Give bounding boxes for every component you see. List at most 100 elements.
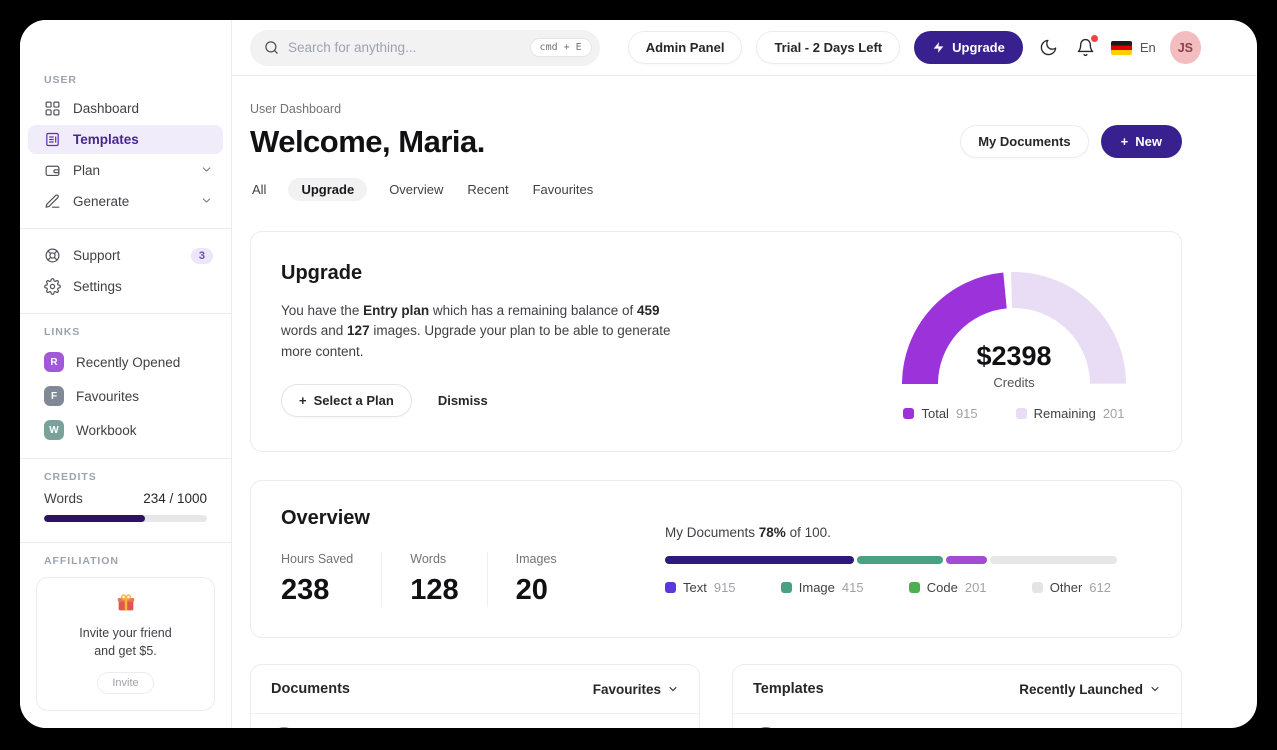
plus-icon: + (299, 392, 307, 408)
template-list-item[interactable]: Blog Post Title in Workbook (733, 714, 1181, 728)
trial-days-left-button[interactable]: Trial - 2 Days Left (756, 31, 901, 64)
my-documents-button[interactable]: My Documents (960, 125, 1089, 158)
content-area: User Dashboard Welcome, Maria. My Docume… (232, 76, 1257, 728)
user-avatar[interactable]: JS (1169, 31, 1201, 64)
tab-favourites[interactable]: Favourites (531, 178, 596, 201)
pencil-icon (45, 194, 60, 208)
sidebar-item-label: Favourites (76, 388, 140, 404)
sidebar-item-templates[interactable]: Templates (28, 125, 223, 154)
gauge-center-value: $2398 (976, 341, 1052, 371)
lightning-icon (933, 42, 944, 53)
notifications-button[interactable] (1074, 35, 1098, 59)
documents-card: Documents Favourites Untitled Document i… (250, 664, 700, 728)
sidebar-item-label: Settings (73, 279, 122, 294)
template-avatar (753, 727, 779, 728)
document-list-item[interactable]: Untitled Document in Workbook (251, 714, 699, 728)
legend-name: Image (798, 580, 835, 595)
sidebar-item-plan[interactable]: Plan (28, 156, 223, 185)
sidebar-link-workbook[interactable]: W Workbook (28, 414, 223, 446)
new-button[interactable]: + New (1100, 125, 1182, 158)
sidebar-item-label: Generate (73, 194, 130, 209)
select-plan-button[interactable]: + Select a Plan (281, 383, 412, 417)
dismiss-button[interactable]: Dismiss (438, 393, 488, 408)
chevron-down-icon (1151, 687, 1159, 692)
upgrade-card-title: Upgrade (281, 262, 363, 284)
sidebar-item-label: Plan (73, 163, 101, 178)
sidebar-section-credits: CREDITS (44, 471, 97, 483)
gear-icon (44, 278, 61, 295)
legend-swatch (665, 582, 676, 593)
sidebar-link-favourites[interactable]: F Favourites (28, 380, 223, 412)
legend-item-text: Text 915 (665, 580, 736, 595)
sidebar-section-user: USER (44, 74, 77, 86)
credits-words-label: Words (44, 491, 83, 506)
language-label: En (1139, 40, 1156, 55)
invite-button[interactable]: Invite (97, 672, 154, 694)
sidebar-item-dashboard[interactable]: Dashboard (28, 94, 223, 123)
app-window: USER Dashboard Templates Plan Generate S… (20, 20, 1257, 728)
legend-item-other: Other 612 (1031, 580, 1111, 595)
bar-segment-other (990, 556, 1117, 564)
admin-panel-button[interactable]: Admin Panel (627, 31, 743, 64)
legend-value: 612 (1089, 580, 1111, 595)
tab-bar: All Upgrade Overview Recent Favourites (250, 178, 1182, 201)
affiliation-text: Invite your friend and get $5. (79, 626, 172, 658)
overview-card-title: Overview (281, 507, 370, 529)
sidebar-link-recently-opened[interactable]: R Recently Opened (28, 346, 223, 378)
legend-value: 201 (964, 580, 987, 595)
stat-images: Images 20 (515, 552, 557, 606)
sidebar-item-settings[interactable]: Settings (28, 272, 223, 301)
support-count-badge: 3 (190, 247, 213, 264)
sidebar-item-support[interactable]: Support 3 (28, 241, 223, 270)
tab-upgrade[interactable]: Upgrade (288, 178, 368, 201)
breadcrumb: User Dashboard (250, 102, 342, 116)
wallet-icon (45, 165, 60, 177)
templates-filter-dropdown[interactable]: Recently Launched (1019, 682, 1161, 697)
upgrade-button[interactable]: Upgrade (914, 31, 1023, 64)
sidebar-item-label: Templates (73, 132, 139, 147)
templates-card-title: Templates (753, 681, 824, 697)
legend-name: Other (1049, 580, 1083, 595)
legend-swatch (780, 582, 792, 593)
credits-progress-track (44, 515, 207, 522)
legend-value: 201 (1102, 406, 1125, 421)
lifebuoy-icon (45, 248, 60, 263)
divider (20, 542, 231, 543)
sidebar-section-links: LINKS (44, 326, 81, 338)
documents-card-title: Documents (271, 681, 350, 697)
sidebar: USER Dashboard Templates Plan Generate S… (20, 20, 232, 728)
page-title: Welcome, Maria. (250, 124, 485, 159)
document-avatar (271, 727, 297, 728)
legend-value: 915 (713, 580, 736, 595)
gauge-center-label: Credits (993, 375, 1035, 390)
language-selector[interactable]: En (1110, 40, 1156, 55)
documents-bar-chart: My Documents 78% of 100. Text 915 Image 415… (665, 507, 1117, 607)
bar-segment-text (665, 556, 855, 564)
legend-name: Code (926, 580, 958, 595)
templates-icon (46, 132, 59, 147)
plus-icon: + (1120, 134, 1129, 149)
sidebar-item-generate[interactable]: Generate (28, 187, 223, 216)
legend-name: Text (683, 580, 707, 595)
legend-value: 415 (841, 580, 864, 595)
tab-overview[interactable]: Overview (387, 178, 445, 201)
moon-icon (1040, 39, 1057, 56)
stat-words: Words 128 (410, 552, 488, 607)
dark-mode-toggle[interactable] (1037, 36, 1060, 59)
chevron-down-icon (669, 687, 677, 692)
search-box[interactable]: cmd + E (250, 29, 600, 66)
legend-name: Remaining (1033, 406, 1096, 421)
credits-progress-fill (44, 515, 146, 522)
tab-recent[interactable]: Recent (465, 178, 510, 201)
bar-segment-image (857, 556, 943, 564)
letter-badge-f: F (44, 386, 64, 406)
keyboard-shortcut-badge: cmd + E (529, 38, 592, 57)
affiliation-card: Invite your friend and get $5. Invite (36, 577, 215, 711)
legend-item-image: Image 415 (780, 580, 864, 595)
search-input[interactable] (288, 40, 521, 55)
device-frame: USER Dashboard Templates Plan Generate S… (0, 0, 1277, 750)
bar-chart-caption: My Documents 78% of 100. (665, 525, 831, 540)
tab-all[interactable]: All (250, 178, 268, 201)
topbar: cmd + E Admin Panel Trial - 2 Days Left … (232, 20, 1257, 76)
documents-filter-dropdown[interactable]: Favourites (593, 682, 679, 697)
